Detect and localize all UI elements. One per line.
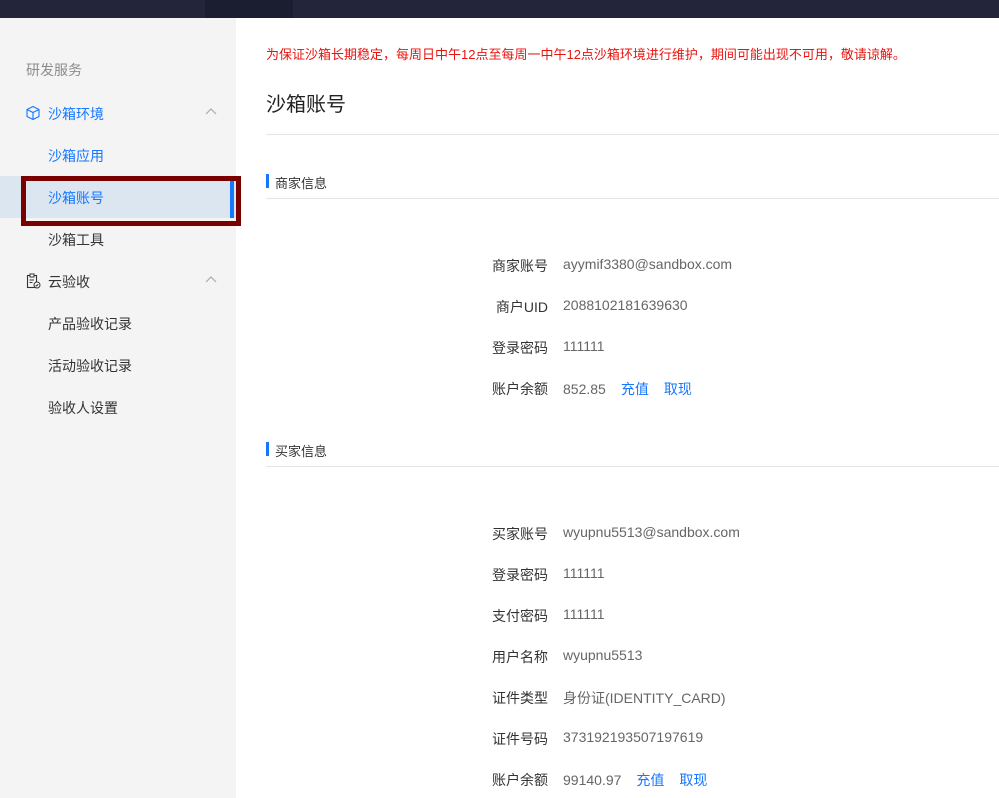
field-value-group: 99140.97 充值 取现 (563, 770, 707, 790)
selection-highlight-box (21, 176, 241, 226)
main-content: 为保证沙箱长期稳定，每周日中午12点至每周一中午12点沙箱环境进行维护，期间可能… (236, 18, 999, 798)
merchant-balance-row: 账户余额 852.85 充值 取现 (236, 379, 999, 399)
buyer-login-password-row: 登录密码 111111 (236, 565, 999, 585)
buyer-balance-row: 账户余额 99140.97 充值 取现 (236, 770, 999, 790)
buyer-account-row: 买家账号 wyupnu5513@sandbox.com (236, 524, 999, 544)
maintenance-notice: 为保证沙箱长期稳定，每周日中午12点至每周一中午12点沙箱环境进行维护，期间可能… (266, 47, 906, 62)
sidebar-item-label: 产品验收记录 (48, 316, 132, 332)
field-label: 账户余额 (492, 772, 548, 788)
sidebar-group-sandbox-env[interactable]: 沙箱环境 (0, 92, 236, 134)
sidebar-group-label: 沙箱环境 (48, 106, 104, 122)
field-label: 商家账号 (492, 258, 548, 274)
title-divider (266, 134, 999, 135)
field-value: wyupnu5513 (563, 647, 643, 663)
field-value: ayymif3380@sandbox.com (563, 256, 733, 272)
buyer-withdraw-link[interactable]: 取现 (679, 772, 707, 788)
buyer-section-divider (266, 466, 999, 467)
chevron-up-icon (205, 276, 217, 283)
sidebar-item-label: 沙箱工具 (48, 232, 104, 248)
buyer-id-type-row: 证件类型 身份证(IDENTITY_CARD) (236, 688, 999, 708)
merchant-recharge-link[interactable]: 充值 (621, 381, 649, 397)
field-value: 111111 (563, 606, 605, 622)
sidebar-item-activity-acceptance[interactable]: 活动验收记录 (0, 344, 236, 386)
merchant-password-row: 登录密码 111111 (236, 338, 999, 358)
page-title: 沙箱账号 (266, 94, 346, 116)
buyer-pay-password-row: 支付密码 111111 (236, 606, 999, 626)
merchant-section-heading: 商家信息 (266, 173, 327, 191)
chevron-up-icon (205, 108, 217, 115)
sidebar-group-cloud-acceptance[interactable]: 云验收 (0, 260, 236, 302)
field-label: 用户名称 (492, 649, 548, 665)
field-label: 商户UID (495, 299, 548, 315)
field-value-group: 852.85 充值 取现 (563, 379, 692, 399)
field-label: 登录密码 (492, 340, 548, 356)
merchant-account-row: 商家账号 ayymif3380@sandbox.com (236, 256, 999, 276)
buyer-username-row: 用户名称 wyupnu5513 (236, 647, 999, 667)
field-value: 2088102181639630 (563, 297, 688, 313)
buyer-section-heading: 买家信息 (266, 441, 327, 459)
field-label: 账户余额 (492, 381, 548, 397)
sidebar-item-acceptor-settings[interactable]: 验收人设置 (0, 386, 236, 428)
field-label: 买家账号 (492, 526, 548, 542)
cube-icon (26, 105, 40, 121)
field-value: 111111 (563, 338, 605, 354)
sidebar: 研发服务 沙箱环境 沙箱应用 沙箱账号 沙箱工具 云验收 产品验收记录 活动验收… (0, 18, 236, 798)
sidebar-item-label: 沙箱应用 (48, 148, 104, 164)
field-value: 111111 (563, 565, 605, 581)
sidebar-item-label: 活动验收记录 (48, 358, 132, 374)
buyer-recharge-link[interactable]: 充值 (636, 772, 664, 788)
sidebar-item-product-acceptance[interactable]: 产品验收记录 (0, 302, 236, 344)
buyer-id-number-row: 证件号码 373192193507197619 (236, 729, 999, 749)
sidebar-item-sandbox-app[interactable]: 沙箱应用 (0, 134, 236, 176)
merchant-withdraw-link[interactable]: 取现 (664, 381, 692, 397)
field-label: 证件类型 (492, 690, 548, 706)
sidebar-section-title: 研发服务 (26, 62, 82, 78)
field-label: 证件号码 (492, 731, 548, 747)
field-value: 373192193507197619 (563, 729, 704, 745)
clipboard-check-icon (26, 273, 41, 289)
balance-value: 99140.97 (563, 772, 622, 788)
merchant-uid-row: 商户UID 2088102181639630 (236, 297, 999, 317)
top-nav-bar (0, 0, 999, 18)
merchant-section-divider (266, 198, 999, 199)
top-nav-active-segment[interactable] (205, 0, 293, 18)
sidebar-item-label: 验收人设置 (48, 400, 118, 416)
field-label: 登录密码 (492, 567, 548, 583)
field-label: 支付密码 (492, 608, 548, 624)
sidebar-group-label: 云验收 (48, 274, 90, 290)
field-value: 身份证(IDENTITY_CARD) (563, 690, 726, 706)
balance-value: 852.85 (563, 381, 606, 397)
field-value: wyupnu5513@sandbox.com (563, 524, 740, 540)
